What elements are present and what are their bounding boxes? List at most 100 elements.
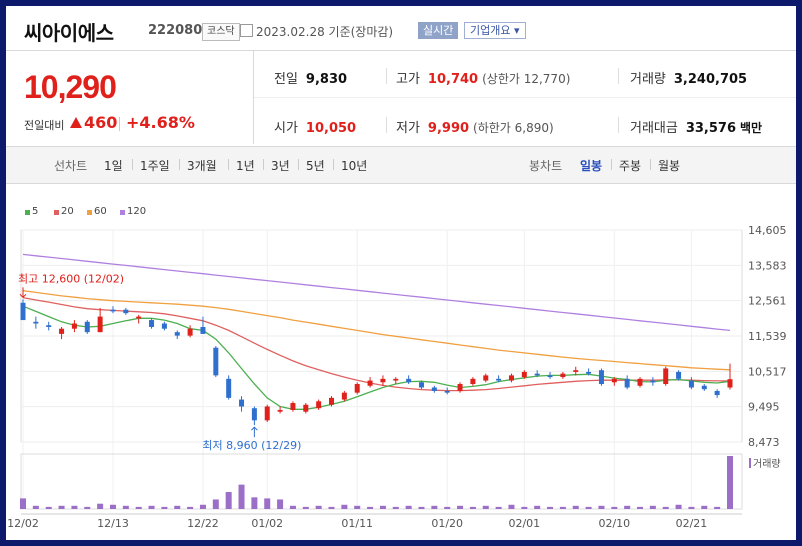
candle-chart-label: 봉차트 xyxy=(529,159,563,173)
candle-body xyxy=(367,380,373,386)
y-tick-label: 12,561 xyxy=(748,295,787,308)
tab-weekly[interactable]: 주봉 xyxy=(619,157,641,174)
candle-body xyxy=(483,375,489,381)
low-annotation: 최저 8,960 (12/29) xyxy=(202,439,301,452)
volume-bar xyxy=(405,505,412,509)
divider xyxy=(618,117,619,133)
volume-bar xyxy=(174,505,181,509)
candle-body xyxy=(46,325,52,327)
stat-high: 고가 10,740 (상한가 12,770) xyxy=(396,72,571,87)
tab-10year[interactable]: 10년 xyxy=(341,157,367,174)
tab-3year[interactable]: 3년 xyxy=(271,157,290,174)
volume-bar xyxy=(212,499,219,509)
volume-bar xyxy=(649,505,656,509)
volume-bar xyxy=(251,497,258,509)
tab-5year[interactable]: 5년 xyxy=(306,157,325,174)
tab-daily[interactable]: 일봉 xyxy=(580,157,602,174)
volume-bar xyxy=(199,504,206,509)
divider xyxy=(386,68,387,84)
up-triangle-icon xyxy=(70,117,82,128)
volume-bar xyxy=(662,506,669,509)
volume-bar xyxy=(20,498,26,509)
candle-body xyxy=(97,316,103,333)
change-percent: +4.68% xyxy=(126,113,195,132)
candle-body xyxy=(727,379,733,388)
stock-widget: 씨아이에스 222080 코스닥 2023.02.28 기준(장마감) 실시간 … xyxy=(6,6,796,540)
candle-body xyxy=(20,302,26,321)
volume-bar xyxy=(392,506,399,509)
candle-body xyxy=(560,373,566,378)
stat-trade-amount: 거래대금 33,576 백만 xyxy=(630,121,763,136)
realtime-button[interactable]: 실시간 xyxy=(418,22,459,39)
tab-monthly[interactable]: 월봉 xyxy=(658,157,680,174)
ma5-line xyxy=(22,305,731,410)
volume-bar xyxy=(495,506,502,509)
candle-body xyxy=(213,347,219,376)
tab-1year[interactable]: 1년 xyxy=(236,157,255,174)
divider xyxy=(119,117,120,131)
candle-body xyxy=(200,326,206,334)
stat-open: 시가 10,050 xyxy=(274,121,357,136)
candle-body xyxy=(418,382,424,388)
chevron-down-icon: ▾ xyxy=(513,24,520,37)
stat-volume: 거래량 3,240,705 xyxy=(630,72,748,87)
divider xyxy=(618,68,619,84)
candle-body xyxy=(624,378,630,388)
x-tick-label: 12/22 xyxy=(187,517,219,530)
candle-body xyxy=(174,332,180,336)
stock-header: 씨아이에스 222080 코스닥 2023.02.28 기준(장마감) 실시간 … xyxy=(6,6,796,51)
stock-code: 222080 xyxy=(148,23,203,38)
volume-bar xyxy=(598,505,605,509)
volume-bar xyxy=(637,506,644,509)
volume-bar xyxy=(264,498,271,509)
tab-1day[interactable]: 1일 xyxy=(104,157,123,174)
candle-body xyxy=(521,371,527,378)
candle-body xyxy=(149,320,155,327)
candle-body xyxy=(457,384,463,391)
x-tick-label: 12/02 xyxy=(7,517,39,530)
candle-body xyxy=(688,380,694,388)
tab-3month[interactable]: 3개월 xyxy=(187,157,217,174)
stock-name: 씨아이에스 xyxy=(24,21,114,45)
candle-body xyxy=(586,371,592,374)
volume-bar xyxy=(148,505,155,509)
candle-body xyxy=(380,378,386,383)
price-summary: 10,290 전일대비 460 +4.68% xyxy=(6,51,254,144)
candle-body xyxy=(496,378,502,381)
volume-bar xyxy=(611,506,618,509)
high-annotation: 최고 12,600 (12/02) xyxy=(18,272,124,285)
volume-bar xyxy=(225,492,232,509)
company-overview-button[interactable]: 기업개요 ▾ xyxy=(464,22,526,39)
volume-bar xyxy=(302,506,309,509)
candle-body xyxy=(123,309,129,314)
candle-body xyxy=(290,403,296,410)
candle-body xyxy=(277,409,283,412)
candle-body xyxy=(444,390,450,393)
change-value: 460 xyxy=(84,113,118,132)
candle-body xyxy=(239,399,245,407)
candle-body xyxy=(59,328,65,334)
y-tick-label: 9,495 xyxy=(748,401,780,414)
y-tick-label: 11,539 xyxy=(748,330,787,343)
candle-body xyxy=(573,370,579,372)
volume-bar xyxy=(418,506,425,509)
divider xyxy=(254,97,796,98)
volume-bar xyxy=(238,484,245,509)
volume-bar xyxy=(469,506,476,509)
candle-body xyxy=(611,378,617,383)
x-tick-label: 02/01 xyxy=(508,517,540,530)
volume-bar xyxy=(508,504,515,509)
volume-bar xyxy=(379,505,386,509)
x-tick-label: 02/21 xyxy=(676,517,708,530)
volume-bar xyxy=(315,505,322,509)
ma60-line xyxy=(22,290,731,371)
candle-body xyxy=(701,385,707,390)
tab-1week[interactable]: 1주일 xyxy=(140,157,170,174)
volume-bar xyxy=(109,504,116,509)
change-label: 전일대비 xyxy=(24,119,65,132)
candle-body xyxy=(226,378,232,398)
volume-bar xyxy=(688,506,695,509)
calendar-icon xyxy=(240,24,253,37)
price-chart: 14,605 13,583 12,561 11,539 10,517 9,495 8,473… xyxy=(7,224,787,530)
candle-body xyxy=(431,387,437,391)
